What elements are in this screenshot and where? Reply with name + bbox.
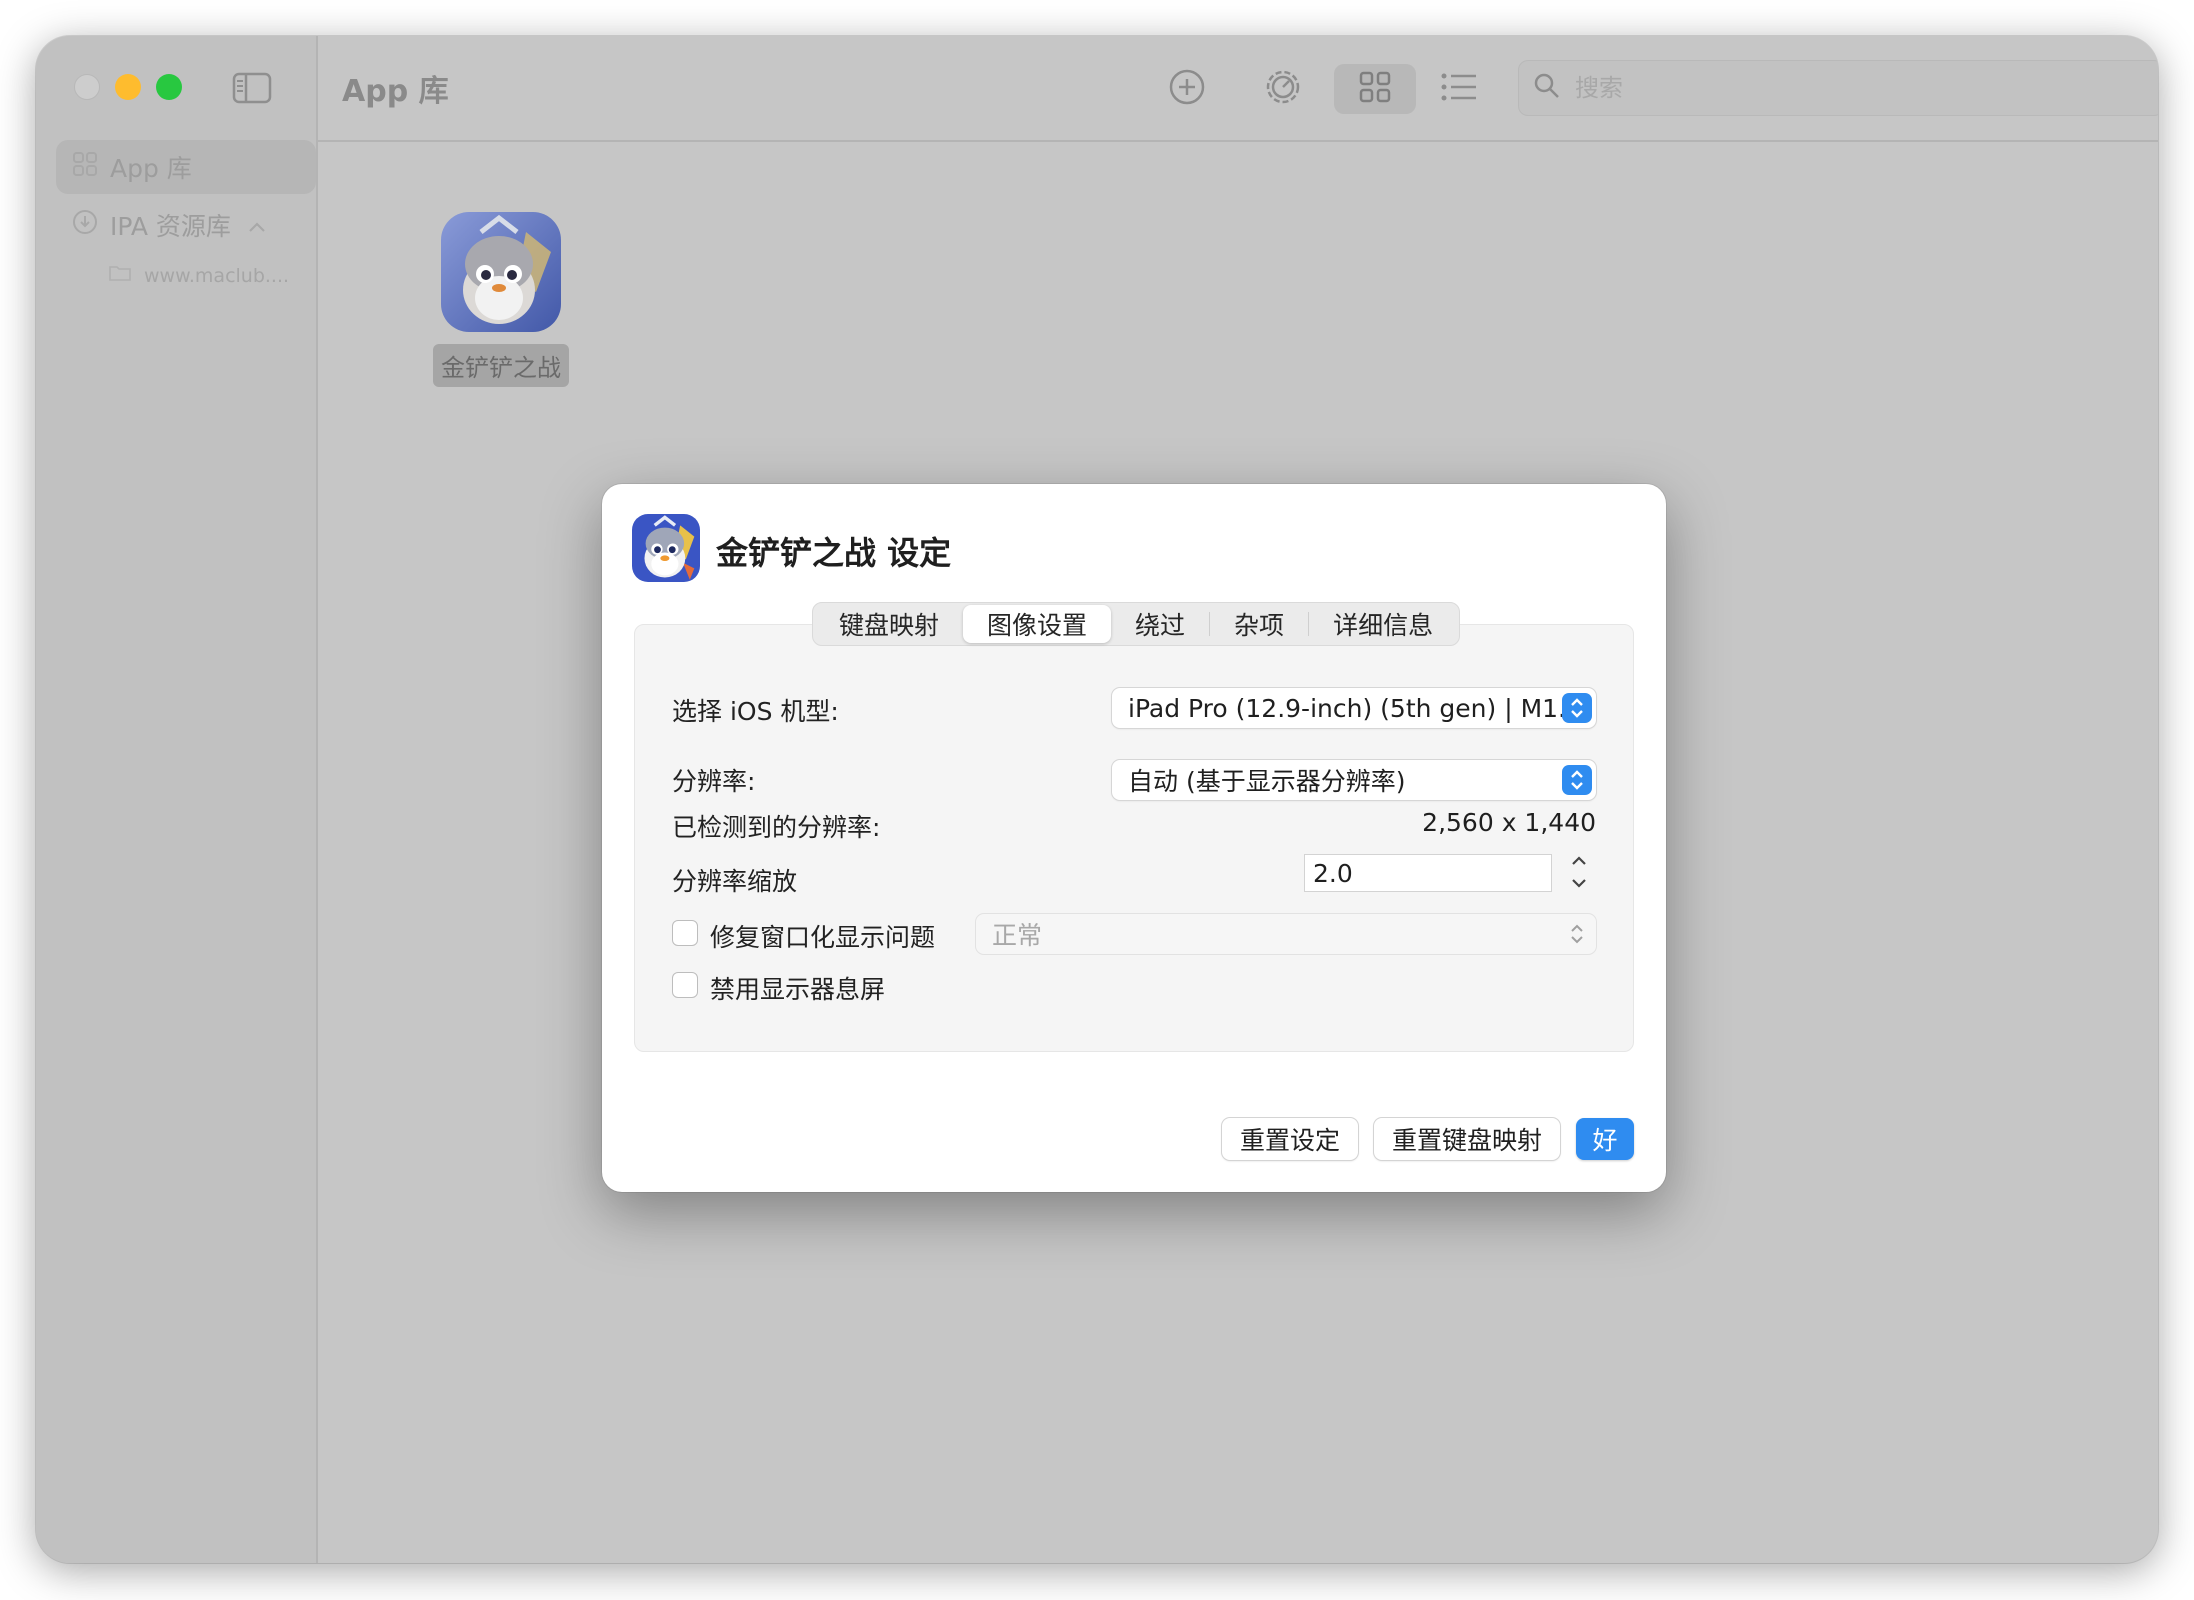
tab-details[interactable]: 详细信息 [1309, 605, 1457, 643]
add-button[interactable] [1162, 64, 1212, 114]
sidebar-subitem-label: www.maclub.... [144, 264, 290, 287]
sidebar: App 库 IPA 资源库 www.maclub.... [36, 36, 318, 1563]
list-view-icon [1440, 71, 1478, 107]
disable-sleep-label: 禁用显示器息屏 [710, 975, 886, 1004]
grid-icon [72, 151, 98, 183]
resolution-label: 分辨率: [672, 767, 756, 796]
chevron-up-down-icon [1562, 693, 1592, 723]
grid-view-icon [1358, 70, 1392, 108]
tab-bar: 键盘映射 图像设置 绕过 杂项 详细信息 [812, 602, 1461, 646]
fix-window-mode-value: 正常 [992, 921, 1043, 950]
fix-window-checkbox[interactable] [672, 920, 698, 946]
settings-icon [1263, 67, 1303, 111]
chevron-up-icon[interactable] [247, 211, 267, 240]
sidebar-item-ipa-library[interactable]: IPA 资源库 [56, 198, 316, 252]
app-tile[interactable]: 金铲铲之战 [416, 212, 586, 387]
ios-model-value: iPad Pro (12.9-inch) (5th gen) | M1... [1128, 693, 1582, 723]
folder-icon [108, 264, 132, 287]
reset-settings-button[interactable]: 重置设定 [1222, 1118, 1358, 1160]
list-view-button[interactable] [1434, 64, 1484, 114]
detected-resolution-value: 2,560 x 1,440 [1422, 808, 1596, 837]
maximize-window-button[interactable] [156, 74, 182, 100]
minimize-window-button[interactable] [115, 74, 141, 100]
disable-sleep-checkbox[interactable] [672, 972, 698, 998]
toolbar: App 库 [318, 36, 2158, 142]
fix-window-label: 修复窗口化显示问题 [710, 923, 936, 952]
search-field[interactable] [1518, 60, 2158, 116]
window-title: App 库 [342, 74, 449, 109]
sidebar-item-label: App 库 [110, 154, 192, 183]
download-icon [72, 209, 98, 241]
resolution-scale-label: 分辨率缩放 [672, 867, 798, 896]
ios-model-popup[interactable]: iPad Pro (12.9-inch) (5th gen) | M1... [1112, 688, 1596, 728]
add-icon [1168, 68, 1206, 110]
sidebar-item-label: IPA 资源库 [110, 212, 231, 241]
chevron-up-down-icon [1562, 765, 1592, 795]
ios-model-label: 选择 iOS 机型: [672, 697, 839, 726]
app-icon [441, 212, 561, 332]
tab-misc[interactable]: 杂项 [1210, 605, 1308, 643]
settings-button[interactable] [1258, 64, 1308, 114]
sidebar-item-app-library[interactable]: App 库 [56, 140, 316, 194]
resolution-popup[interactable]: 自动 (基于显示器分辨率) [1112, 760, 1596, 800]
dialog-title: 金铲铲之战 设定 [716, 534, 952, 572]
ok-button[interactable]: 好 [1576, 1118, 1634, 1160]
reset-keymap-button[interactable]: 重置键盘映射 [1374, 1118, 1560, 1160]
tab-bypass[interactable]: 绕过 [1111, 605, 1209, 643]
app-name-label: 金铲铲之战 [433, 344, 569, 387]
app-window: App 库 IPA 资源库 www.maclub.... App 库 搜索 金铲… [36, 36, 2158, 1563]
fix-window-mode-popup[interactable]: 正常 [976, 914, 1596, 954]
resolution-value: 自动 (基于显示器分辨率) [1128, 767, 1406, 796]
close-window-button[interactable] [74, 74, 100, 100]
grid-view-button[interactable] [1334, 64, 1416, 114]
tab-keyboard-mapping[interactable]: 键盘映射 [815, 605, 963, 643]
sidebar-toggle-icon[interactable] [232, 72, 272, 104]
resolution-scale-stepper[interactable] [1566, 850, 1592, 894]
resolution-scale-field[interactable]: 2.0 [1304, 854, 1552, 892]
search-input[interactable] [1573, 73, 2137, 103]
search-icon [1533, 72, 1561, 104]
app-icon [632, 514, 700, 582]
chevron-up-down-icon [1562, 919, 1592, 949]
tab-image-settings[interactable]: 图像设置 [963, 605, 1112, 643]
settings-dialog: 金铲铲之战 设定 键盘映射 图像设置 绕过 杂项 详细信息 选择 iOS 机型:… [602, 484, 1666, 1192]
detected-resolution-label: 已检测到的分辨率: [672, 813, 881, 842]
sidebar-subitem-source[interactable]: www.maclub.... [108, 264, 289, 287]
